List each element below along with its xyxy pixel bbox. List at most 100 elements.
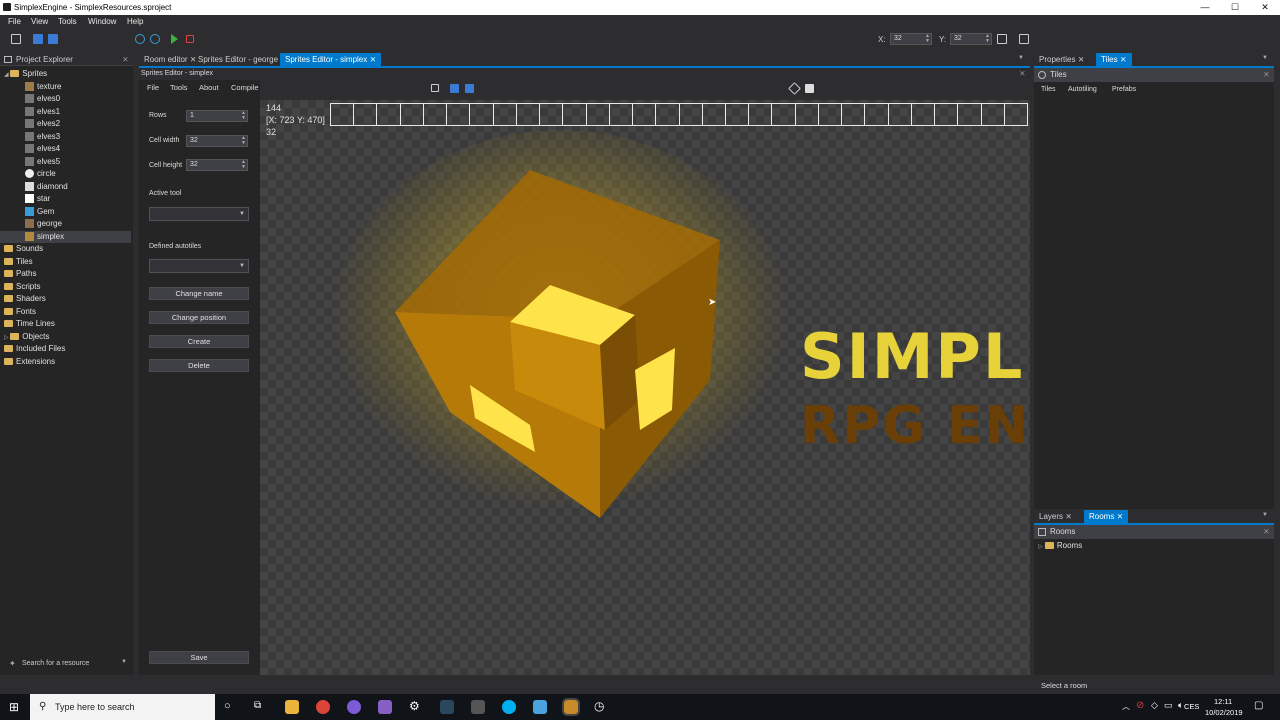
close-icon[interactable]: ⨯ (1019, 69, 1026, 78)
new-project-icon[interactable] (11, 34, 21, 44)
grid-cell[interactable] (981, 103, 1005, 126)
tree-item-fonts[interactable]: Fonts (4, 306, 36, 318)
tree-item-diamond[interactable]: diamond (25, 181, 68, 193)
menu-help[interactable]: Help (127, 17, 143, 26)
grid-cell[interactable] (656, 103, 680, 126)
tree-item-george[interactable]: george (25, 218, 62, 230)
chrome-icon[interactable] (316, 700, 330, 714)
delete-button[interactable]: Delete (149, 359, 249, 372)
tree-item-elves5[interactable]: elves5 (25, 156, 60, 168)
tree-item-paths[interactable]: Paths (4, 268, 36, 280)
grid-cell[interactable] (563, 103, 587, 126)
grid-cell[interactable] (633, 103, 657, 126)
menu-window[interactable]: Window (88, 17, 116, 26)
tree-item-time-lines[interactable]: Time Lines (4, 318, 55, 330)
menu-view[interactable]: View (31, 17, 48, 26)
clock-app-icon[interactable]: ◷ (594, 699, 604, 713)
notifications-icon[interactable]: ▢ (1254, 700, 1263, 711)
resource-search-bar[interactable]: ✦ Search for a resource ▼ (0, 656, 133, 672)
image-icon[interactable] (805, 84, 814, 93)
grid-cell[interactable] (400, 103, 424, 126)
editor-menu-about[interactable]: About (199, 83, 219, 92)
grid-cell[interactable] (818, 103, 843, 126)
network-icon[interactable]: ▭ (1164, 700, 1173, 711)
tree-item-elves2[interactable]: elves2 (25, 118, 60, 130)
sprite-canvas[interactable]: SIMPLE RPG EN ➤ (260, 100, 1030, 675)
grid-cell[interactable] (958, 103, 982, 126)
subtab-autotiling[interactable]: Autotiling (1068, 86, 1097, 93)
clock-date[interactable]: 10/02/2019 (1205, 708, 1243, 717)
tree-item-shaders[interactable]: Shaders (4, 293, 46, 305)
cell-height-spinner[interactable]: 32 ▲ ▼ (186, 159, 248, 171)
pin-icon[interactable]: ⨯ (122, 55, 129, 64)
tray-app-icon[interactable]: ⊘ (1136, 700, 1144, 711)
maximize-button[interactable]: ☐ (1220, 0, 1250, 15)
rows-spinner[interactable]: 1 ▲ ▼ (186, 110, 248, 122)
tab-sprites-george[interactable]: Sprites Editor - george ⨯ (193, 53, 292, 66)
panel-menu-icon[interactable]: ▼ (1262, 512, 1268, 518)
grid-cell[interactable] (911, 103, 936, 126)
y-spinner[interactable]: 32 ▲ ▼ (950, 33, 992, 45)
input-language[interactable]: CES (1184, 702, 1199, 711)
grid-cell[interactable] (888, 103, 912, 126)
tree-item-simplex[interactable]: simplex (0, 230, 131, 243)
create-button[interactable]: Create (149, 335, 249, 348)
tab-tiles[interactable]: Tiles ⨯ (1096, 53, 1132, 66)
grid-cell[interactable] (516, 103, 541, 126)
grid-cell[interactable] (609, 103, 634, 126)
grid-cell[interactable] (749, 103, 773, 126)
grid-cell[interactable] (470, 103, 494, 126)
save-all-icon[interactable] (48, 34, 58, 44)
tree-item-elves4[interactable]: elves4 (25, 143, 60, 155)
expand-icon[interactable]: ▷ (1038, 544, 1043, 550)
close-icon[interactable]: ⨯ (1263, 527, 1270, 536)
defined-autotiles-select[interactable]: ▼ (149, 259, 249, 273)
subtab-prefabs[interactable]: Prefabs (1112, 86, 1136, 93)
clock-time[interactable]: 12:11 (1214, 697, 1232, 706)
skype-icon[interactable] (502, 700, 516, 714)
grid-cell[interactable] (540, 103, 564, 126)
editor-menu-compile[interactable]: Compile (231, 83, 259, 92)
new-sprite-icon[interactable] (431, 84, 439, 92)
grid-cell[interactable] (772, 103, 796, 126)
windows-start-icon[interactable]: ⊞ (9, 700, 19, 714)
grid-cell[interactable] (493, 103, 517, 126)
tool-icon[interactable] (471, 700, 485, 714)
run-icon[interactable] (171, 34, 178, 44)
grid-cell[interactable] (679, 103, 703, 126)
file-explorer-icon[interactable] (285, 700, 299, 714)
editor-app-icon[interactable] (533, 700, 547, 714)
cortana-icon[interactable]: ○ (224, 700, 231, 712)
subtab-tiles[interactable]: Tiles (1041, 86, 1056, 93)
grid-cell[interactable] (702, 103, 726, 126)
tree-item-tiles[interactable]: Tiles (4, 256, 33, 268)
visual-studio-icon[interactable] (378, 700, 392, 714)
editor-menu-tools[interactable]: Tools (170, 83, 188, 92)
snap-icon[interactable] (1019, 34, 1029, 44)
tree-item-elves3[interactable]: elves3 (25, 131, 60, 143)
cell-grid[interactable] (330, 103, 1029, 126)
cell-width-spinner[interactable]: 32 ▲ ▼ (186, 135, 248, 147)
tray-chevron-icon[interactable]: ︿ (1122, 701, 1130, 712)
close-icon[interactable]: ⨯ (1263, 70, 1270, 79)
grid-cell[interactable] (377, 103, 401, 126)
tree-item-included-files[interactable]: Included Files (4, 343, 65, 355)
menu-file[interactable]: File (8, 17, 21, 26)
stop-icon[interactable] (186, 35, 194, 43)
minimize-button[interactable]: — (1190, 0, 1220, 15)
tab-properties[interactable]: Properties ⨯ (1034, 53, 1089, 66)
settings-gear-icon[interactable]: ⚙ (409, 699, 420, 713)
tree-item-elves0[interactable]: elves0 (25, 93, 60, 105)
tab-layers[interactable]: Layers ⨯ (1034, 510, 1077, 523)
grid-icon[interactable] (997, 34, 1007, 44)
tab-sprites-simplex[interactable]: Sprites Editor - simplex ⨯ (280, 53, 382, 66)
resource-search-input[interactable]: Search for a resource (22, 660, 89, 667)
menu-tools[interactable]: Tools (58, 17, 77, 26)
active-tool-select[interactable]: ▼ (149, 207, 249, 221)
grid-cell[interactable] (586, 103, 610, 126)
save-button[interactable]: Save (149, 651, 249, 664)
grid-cell[interactable] (842, 103, 866, 126)
grid-cell[interactable] (725, 103, 750, 126)
tree-item-star[interactable]: star (25, 193, 50, 205)
tab-rooms[interactable]: Rooms ⨯ (1084, 510, 1129, 523)
